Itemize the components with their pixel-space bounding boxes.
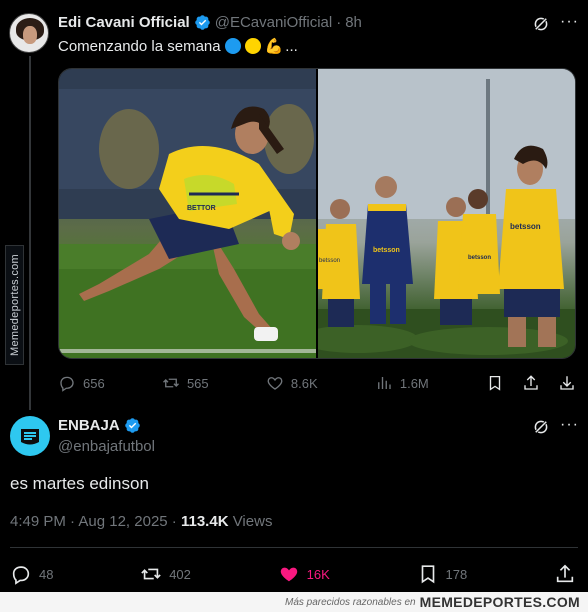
repost-button[interactable]: 565	[162, 374, 209, 392]
bookmark-button[interactable]: 178	[417, 563, 468, 585]
separator: ·	[167, 513, 181, 530]
bookmark-count: 178	[445, 566, 468, 582]
grok-icon[interactable]	[532, 418, 550, 436]
photo-team-walking[interactable]: betsson betsson betsson betsson	[318, 69, 575, 358]
heart-filled-icon	[280, 567, 297, 582]
views-icon	[377, 377, 391, 389]
yellow-circle-emoji	[244, 38, 261, 54]
bookmark-icon[interactable]	[486, 374, 504, 392]
reply-icon	[12, 566, 30, 585]
reply-count: 656	[83, 375, 105, 391]
reply-actions: 48 402 16K 178	[10, 562, 576, 586]
photo-left-sponsor-text: BETTOR	[187, 205, 216, 212]
grok-icon[interactable]	[532, 15, 550, 33]
like-button[interactable]: 16K	[278, 563, 330, 585]
author-handle[interactable]: @enbajafutbol	[58, 438, 155, 455]
share-icon[interactable]	[522, 374, 540, 392]
views-button[interactable]: 1.6M	[375, 374, 429, 392]
heart-icon	[267, 377, 283, 390]
tweet-actions: 656 565 8.6K 1.6M	[58, 372, 576, 394]
share-icon[interactable]	[554, 563, 576, 585]
photo-right-sponsor-4: betsson	[319, 258, 340, 264]
reply-date[interactable]: Aug 12, 2025	[78, 513, 167, 530]
footer-tagline: Más parecidos razonables en	[284, 596, 416, 608]
reply-icon	[60, 376, 74, 392]
reply-views-count: 113.4K	[180, 513, 229, 530]
like-count: 8.6K	[290, 375, 318, 391]
side-watermark: Memedeportes.com	[5, 245, 24, 365]
repost-button[interactable]: 402	[140, 563, 191, 585]
side-watermark-text: Memedeportes.com	[8, 253, 21, 357]
thread-line	[29, 56, 31, 410]
photo-left-illustration: BETTOR	[59, 69, 316, 358]
reply-button[interactable]: 656	[58, 374, 105, 392]
footer-watermark: Más parecidos razonables en MEMEDEPORTES…	[0, 592, 588, 612]
reply-time[interactable]: 4:49 PM	[10, 513, 66, 530]
timestamp[interactable]: 8h	[345, 14, 362, 31]
repost-icon	[162, 378, 179, 388]
verified-badge-icon	[124, 418, 140, 433]
reply-button[interactable]: 48	[10, 563, 53, 585]
tweet-text: Comenzando la semana 💪 ...	[58, 37, 298, 56]
views-count: 1.6M	[399, 375, 429, 391]
photo-stretching[interactable]: BETTOR	[59, 69, 316, 358]
ellipsis: ...	[285, 37, 298, 55]
author-name[interactable]: Edi Cavani Official	[58, 14, 190, 31]
reply-text: es martes edinson	[10, 474, 149, 493]
author-name[interactable]: ENBAJA	[58, 417, 120, 434]
photo-right-sponsor-1: betsson	[373, 247, 400, 254]
verified-badge-icon	[194, 15, 210, 30]
like-button[interactable]: 8.6K	[266, 374, 318, 392]
avatar[interactable]	[9, 13, 49, 53]
divider	[10, 547, 578, 548]
repost-icon	[141, 568, 161, 580]
photo-right-illustration: betsson betsson betsson betsson	[318, 69, 575, 358]
media-grid: BETTOR betsson betsson betsson betsson	[58, 68, 576, 359]
blue-circle-emoji	[224, 38, 241, 54]
photo-right-sponsor-2: betsson	[468, 255, 491, 261]
flexed-biceps-emoji: 💪	[264, 38, 284, 55]
tweet-header: Edi Cavani Official @ECavaniOfficial · 8…	[58, 14, 362, 31]
reply-header: ENBAJA	[58, 417, 141, 434]
more-options-icon[interactable]: ···	[560, 416, 579, 434]
enbaja-logo-icon	[21, 429, 39, 445]
bookmark-icon	[421, 565, 434, 584]
reply-views-label: Views	[232, 513, 273, 530]
footer-brand: MEMEDEPORTES.COM	[419, 594, 580, 610]
repost-count: 402	[169, 566, 191, 582]
tweet-text-content: Comenzando la semana	[58, 37, 221, 55]
author-handle[interactable]: @ECavaniOfficial	[215, 14, 333, 31]
avatar[interactable]	[10, 416, 50, 456]
more-options-icon[interactable]: ···	[560, 13, 579, 31]
reply-meta: 4:49 PM · Aug 12, 2025 · 113.4K Views	[10, 513, 272, 530]
separator: ·	[65, 513, 79, 530]
repost-count: 565	[186, 375, 209, 391]
separator: ·	[336, 14, 342, 31]
reply-count: 48	[39, 566, 54, 582]
like-count: 16K	[306, 566, 330, 582]
download-icon[interactable]	[558, 374, 576, 392]
photo-right-sponsor-3: betsson	[510, 222, 541, 231]
